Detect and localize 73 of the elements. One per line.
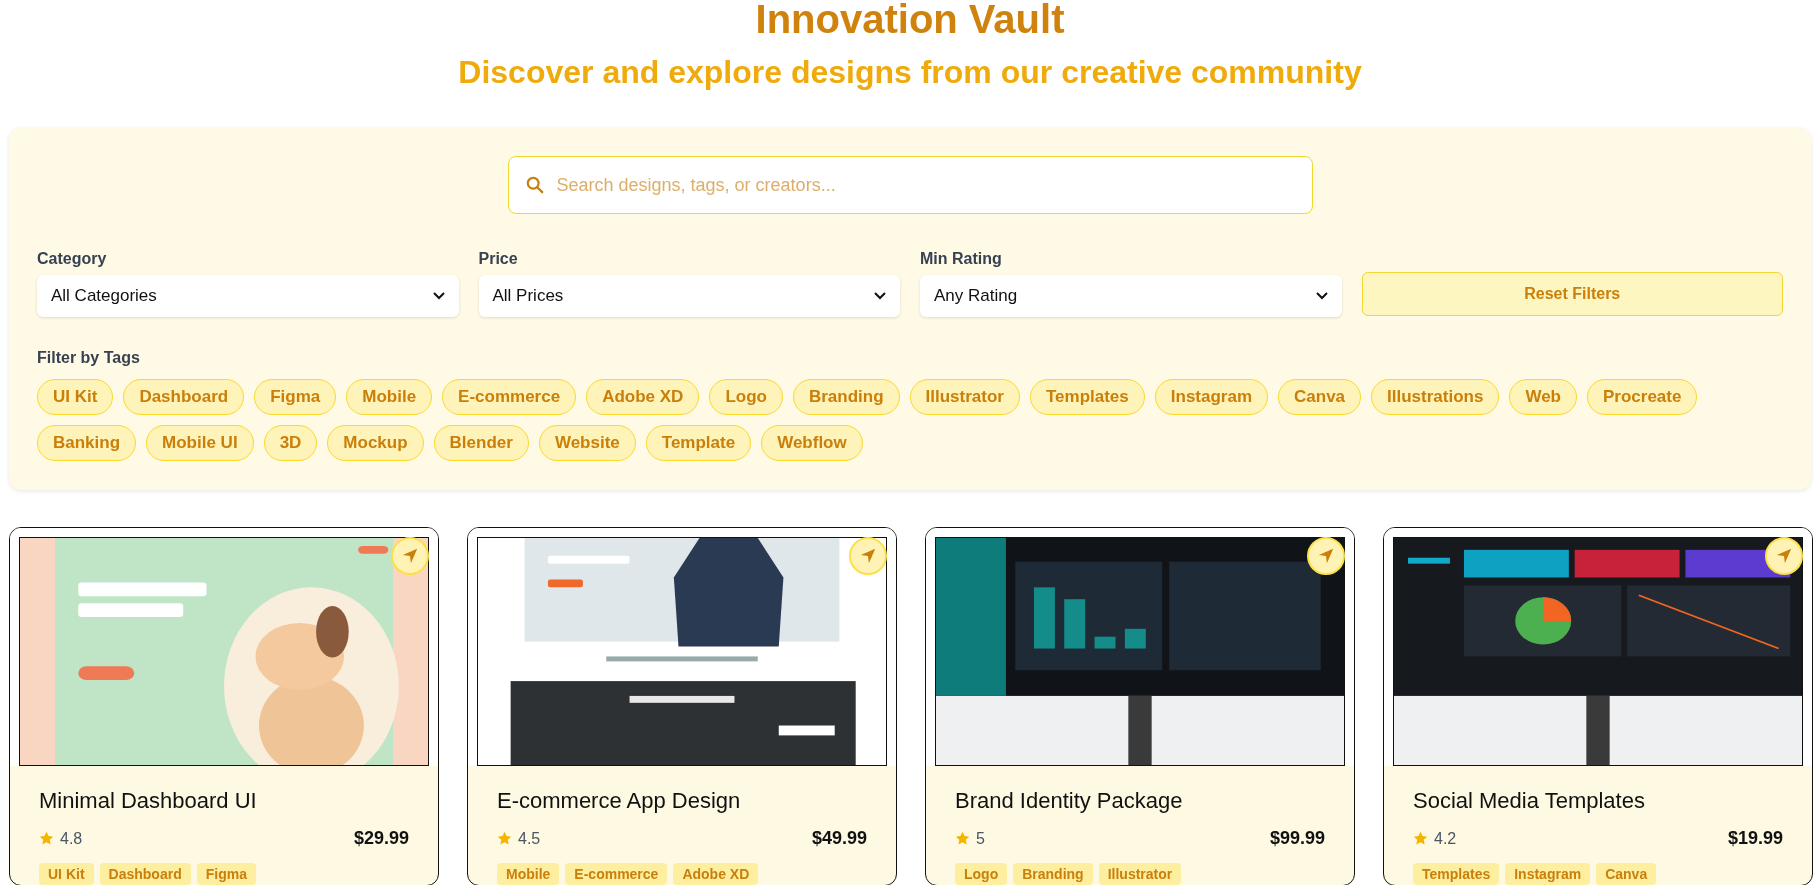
tag-chip[interactable]: 3D — [263, 425, 318, 461]
price: $29.99 — [353, 828, 409, 849]
reset-filters-button[interactable]: Reset Filters — [1361, 272, 1783, 316]
page-title: Innovation Vault — [754, 0, 1066, 38]
tag-chip[interactable]: Website — [538, 425, 636, 461]
page-subtitle: Discover and explore designs from our creative community — [457, 53, 1363, 92]
card-title: Brand Identity Package — [955, 788, 1184, 814]
card-tag: Mobile — [497, 863, 560, 885]
chevron-icon — [874, 292, 886, 300]
card-tag: Logo — [955, 863, 1008, 885]
navigation-arrow-icon — [1317, 547, 1335, 565]
tag-chip[interactable]: Branding — [792, 379, 900, 415]
card-tag: E-commerce — [565, 863, 668, 885]
card-tag: UI Kit — [39, 863, 94, 885]
tag-chip[interactable]: Instagram — [1154, 379, 1269, 415]
dropdown[interactable]: All Prices — [478, 275, 900, 317]
tag-chip[interactable]: Illustrations — [1371, 379, 1500, 415]
card-tag: Illustrator — [1098, 863, 1182, 885]
tag-chip[interactable]: Procreate — [1587, 379, 1698, 415]
tag-chip[interactable]: Blender — [433, 425, 529, 461]
star-icon — [497, 831, 512, 846]
tags-label: Filter by Tags — [37, 349, 141, 367]
rating-value: 4.2 — [1434, 829, 1457, 848]
tag-chip[interactable]: E-commerce — [442, 379, 577, 415]
chevron-icon — [1315, 292, 1328, 300]
tag-chip[interactable]: Web — [1509, 379, 1577, 415]
navigation-arrow-icon — [859, 547, 877, 565]
navigation-arrow-icon — [401, 547, 419, 565]
card-tag: Templates — [1413, 863, 1500, 885]
star-icon — [955, 831, 970, 846]
card-tag: Instagram — [1505, 863, 1591, 885]
dropdown[interactable]: All Categories — [37, 275, 459, 317]
tag-chip[interactable]: Templates — [1029, 379, 1145, 415]
tag-chip[interactable]: Logo — [709, 379, 783, 415]
filter-label: Min Rating — [920, 250, 1003, 268]
card-tag: Dashboard — [99, 863, 191, 885]
card-title: Social Media Templates — [1413, 788, 1646, 814]
tag-chip[interactable]: UI Kit — [37, 379, 114, 415]
card-tag: Branding — [1013, 863, 1093, 885]
rating-value: 5 — [976, 829, 985, 848]
tag-chip[interactable]: Figma — [254, 379, 337, 415]
design-card[interactable]: Brand Identity Package 5 $99.99 Logo Branding Illustrator — [925, 527, 1355, 885]
tag-chip[interactable]: Canva — [1278, 379, 1362, 415]
design-card[interactable]: E-commerce App Design 4.5 $49.99 Mobile E-commerce Adobe XD — [467, 527, 897, 885]
search-field[interactable]: Search designs, tags, or creators... — [507, 156, 1313, 214]
card-tag: Adobe XD — [673, 863, 759, 885]
design-card[interactable]: Social Media Templates 4.2 $19.99 Templates Instagram Canva — [1383, 527, 1813, 885]
card-tag: Figma — [196, 863, 256, 885]
card-title: E-commerce App Design — [497, 788, 742, 814]
card-title: Minimal Dashboard UI — [39, 788, 258, 814]
design-card[interactable]: Minimal Dashboard UI 4.8 $29.99 UI Kit Dashboard Figma — [9, 527, 439, 885]
tag-chip[interactable]: Adobe XD — [586, 379, 700, 415]
tag-chip[interactable]: Webflow — [761, 425, 863, 461]
tag-chip[interactable]: Mobile UI — [146, 425, 254, 461]
rating-value: 4.5 — [518, 829, 541, 848]
chevron-icon — [432, 292, 445, 300]
tag-chip[interactable]: Illustrator — [909, 379, 1020, 415]
tag-chip[interactable]: Mobile — [346, 379, 433, 415]
tag-chip[interactable]: Template — [645, 425, 752, 461]
star-icon — [1413, 831, 1428, 846]
price: $19.99 — [1727, 828, 1783, 849]
star-icon — [39, 831, 54, 846]
rating-value: 4.8 — [60, 829, 83, 848]
tag-chip[interactable]: Mockup — [327, 425, 424, 461]
filter-label: Category — [37, 250, 108, 268]
price: $99.99 — [1269, 828, 1325, 849]
dropdown[interactable]: Any Rating — [920, 275, 1342, 317]
card-tag: Canva — [1596, 863, 1657, 885]
price: $49.99 — [811, 828, 867, 849]
tag-chip[interactable]: Dashboard — [123, 379, 245, 415]
filter-label: Price — [478, 250, 519, 268]
tag-chip[interactable]: Banking — [37, 425, 137, 461]
navigation-arrow-icon — [1775, 547, 1793, 565]
